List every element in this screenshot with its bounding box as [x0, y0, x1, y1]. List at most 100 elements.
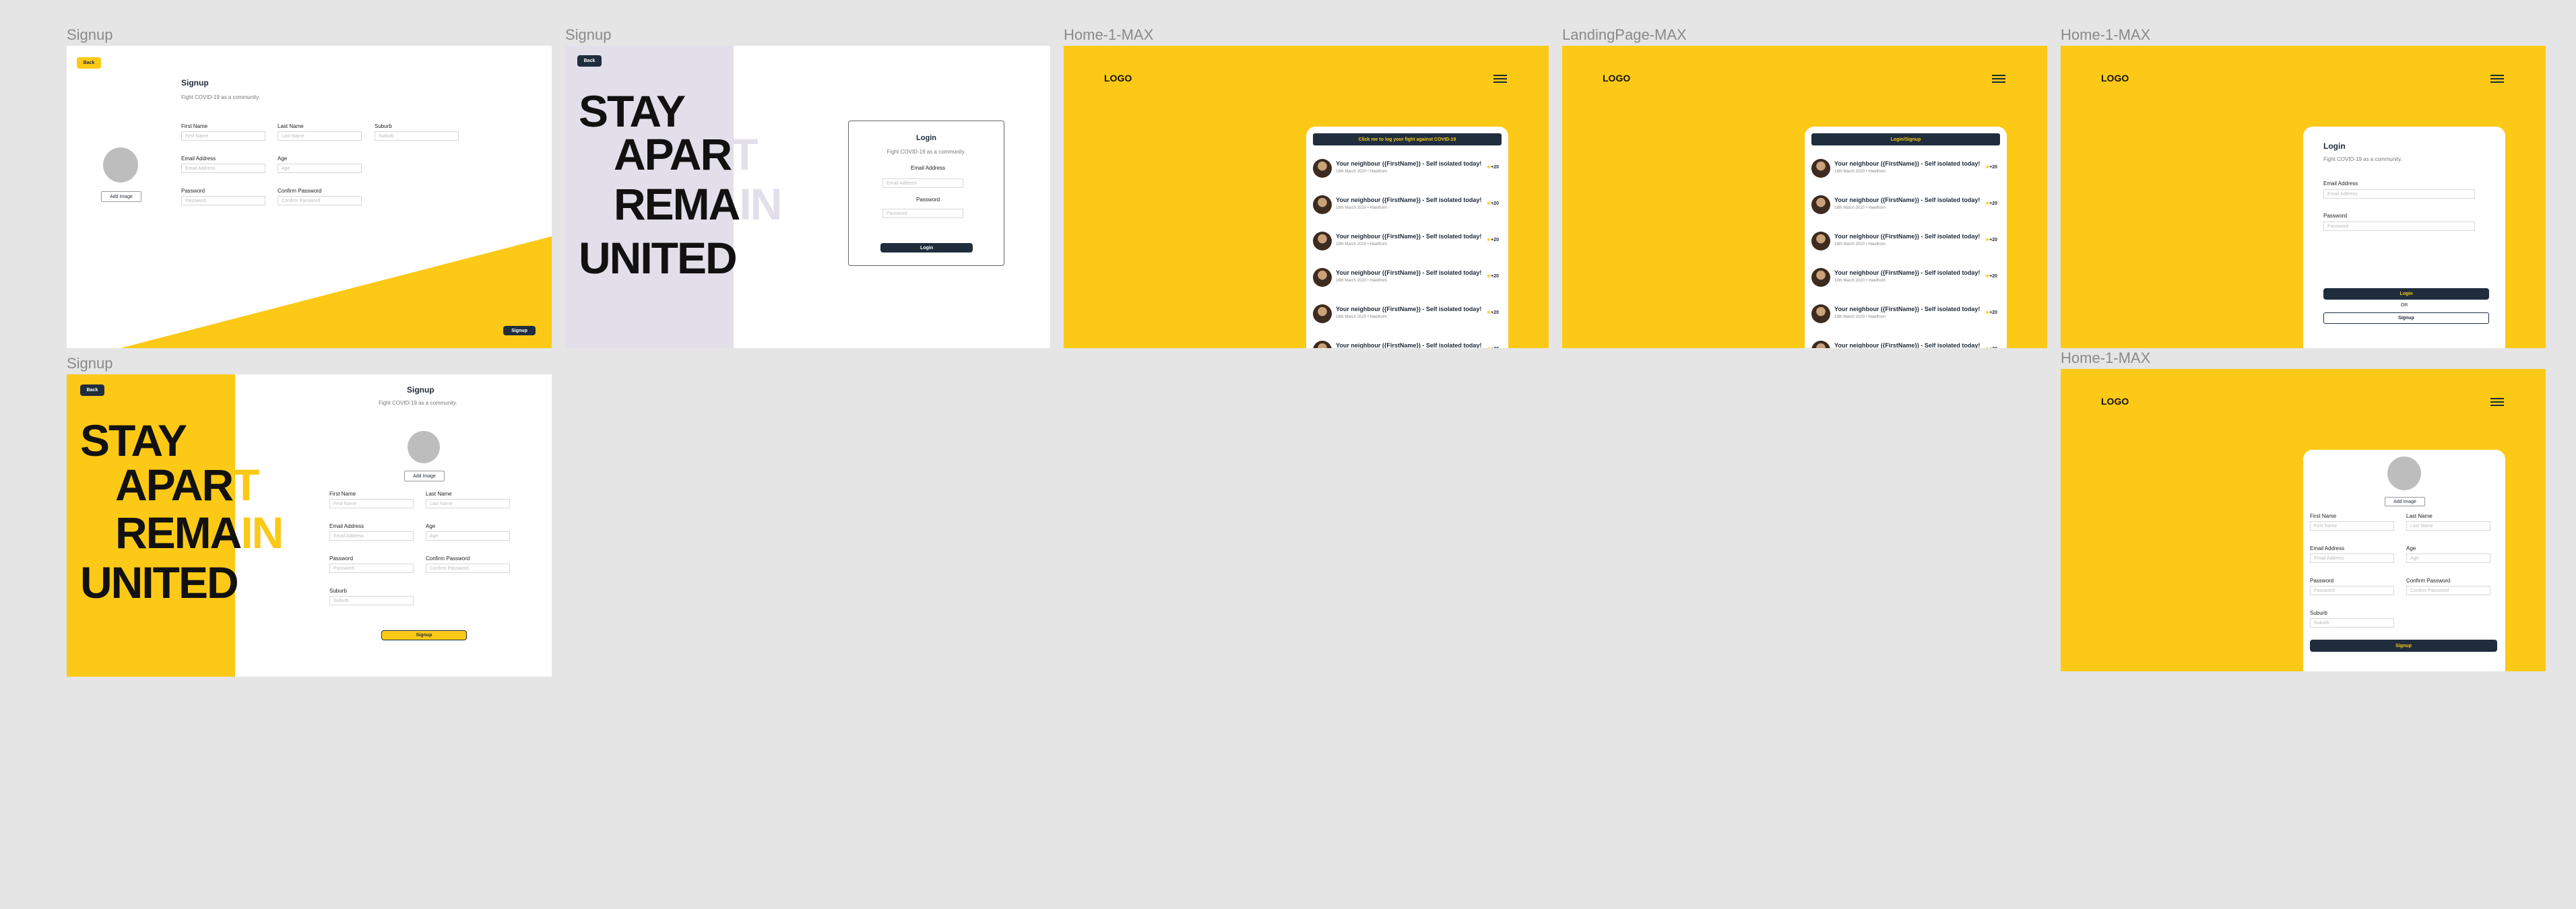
page-subtitle: Fight COVID-19 as a community. [181, 94, 260, 100]
avatar [1811, 232, 1830, 250]
item-count-value: +20 [1989, 165, 1997, 170]
confirm-password-field[interactable]: Confirm Password [2406, 586, 2490, 595]
item-count-value: +20 [1491, 165, 1499, 170]
item-title: Your neighbour ({FirstName}) - Self isol… [1834, 160, 1981, 167]
frame-label: LandingPage-MAX [1562, 26, 1687, 43]
login-password-field[interactable]: Password [882, 209, 963, 218]
frame-home-login: LOGO Login Fight COVID-19 as a community… [2061, 46, 2546, 348]
login-button[interactable]: Login [880, 243, 973, 252]
login-email-label: Email Address [2323, 180, 2358, 187]
hero-line-remain-a: REMA [614, 179, 740, 229]
list-item[interactable]: Your neighbour ({FirstName}) - Self isol… [1313, 154, 1502, 187]
hero-line-apart-b: T [731, 129, 758, 179]
list-item[interactable]: Your neighbour ({FirstName}) - Self isol… [1811, 226, 2000, 260]
first-name-field[interactable]: First Name [2310, 521, 2394, 531]
or-divider: OR [2400, 303, 2408, 308]
login-email-field[interactable]: Email Address [2323, 189, 2475, 199]
hero-line-stay: STAY [80, 415, 187, 465]
list-item[interactable]: Your neighbour ({FirstName}) - Self isol… [1811, 335, 2000, 348]
item-title: Your neighbour ({FirstName}) - Self isol… [1336, 269, 1482, 276]
page-title: Signup [181, 78, 209, 88]
item-subtitle: 18th March 2020 • Hawthorn [1834, 242, 1886, 246]
item-count-value: +20 [1989, 274, 1997, 279]
last-name-label: Last Name [426, 491, 452, 497]
list-item[interactable]: Your neighbour ({FirstName}) - Self isol… [1811, 190, 2000, 224]
last-name-field[interactable]: Last Name [2406, 521, 2490, 531]
frame-signup-login: Back STAY APART REMAIN UNITED Login Figh… [565, 46, 1050, 348]
list-item[interactable]: Your neighbour ({FirstName}) - Self isol… [1811, 154, 2000, 187]
logo: LOGO [2101, 73, 2129, 83]
login-password-field[interactable]: Password [2323, 222, 2475, 231]
avatar [408, 431, 440, 463]
list-item[interactable]: Your neighbour ({FirstName}) - Self isol… [1313, 263, 1502, 296]
email-field[interactable]: Email Address [329, 531, 414, 541]
list-item[interactable]: Your neighbour ({FirstName}) - Self isol… [1313, 335, 1502, 348]
password-field[interactable]: Password [2310, 586, 2394, 595]
frame-label: Home-1-MAX [1064, 26, 1154, 43]
back-button[interactable]: Back [577, 55, 602, 67]
password-field[interactable]: Password [181, 196, 265, 205]
last-name-field[interactable]: Last Name [278, 131, 362, 141]
logo: LOGO [1603, 73, 1631, 83]
add-image-button[interactable]: Add Image [404, 471, 445, 481]
item-title: Your neighbour ({FirstName}) - Self isol… [1336, 342, 1482, 348]
hero-line-stay: STAY [579, 86, 686, 136]
avatar [1811, 195, 1830, 214]
login-button[interactable]: Login [2323, 288, 2489, 300]
list-item[interactable]: Your neighbour ({FirstName}) - Self isol… [1313, 190, 1502, 224]
last-name-field[interactable]: Last Name [426, 499, 510, 508]
login-email-field[interactable]: Email Address [882, 178, 963, 188]
frame-home-signup: LOGO Add Image First Name First Name Las… [2061, 369, 2546, 671]
list-item[interactable]: Your neighbour ({FirstName}) - Self isol… [1313, 226, 1502, 260]
email-field[interactable]: Email Address [2310, 553, 2394, 563]
confirm-password-field[interactable]: Confirm Password [426, 564, 510, 573]
menu-icon[interactable] [1493, 75, 1507, 83]
list-item[interactable]: Your neighbour ({FirstName}) - Self isol… [1313, 299, 1502, 333]
item-subtitle: 18th March 2020 • Hawthorn [1336, 279, 1388, 283]
confirm-password-field[interactable]: Confirm Password [278, 196, 362, 205]
back-button[interactable]: Back [77, 57, 101, 69]
first-name-field[interactable]: First Name [329, 499, 414, 508]
signup-button[interactable]: Signup [503, 326, 536, 335]
avatar [1313, 232, 1332, 250]
email-label: Email Address [329, 523, 364, 529]
back-button[interactable]: Back [80, 384, 104, 396]
confirm-password-label: Confirm Password [2406, 578, 2451, 584]
avatar [1313, 304, 1332, 323]
login-card: Login Fight COVID-19 as a community. Ema… [2303, 127, 2505, 348]
suburb-field[interactable]: Suburb [2310, 618, 2394, 628]
confirm-password-label: Confirm Password [426, 556, 470, 562]
add-image-button[interactable]: Add Image [101, 191, 141, 202]
signup-button[interactable]: Signup [2310, 640, 2497, 652]
log-fight-button[interactable]: Click me to log your fight against COVID… [1313, 133, 1502, 145]
age-field[interactable]: Age [278, 164, 362, 173]
menu-icon[interactable] [2490, 398, 2504, 406]
suburb-field[interactable]: Suburb [329, 596, 414, 605]
item-count-value: +20 [1491, 238, 1499, 242]
item-count: ★+20 [1985, 201, 1997, 206]
signup-button[interactable]: Signup [381, 630, 467, 640]
first-name-field[interactable]: First Name [181, 131, 265, 141]
list-item[interactable]: Your neighbour ({FirstName}) - Self isol… [1811, 299, 2000, 333]
signup-button[interactable]: Signup [2323, 312, 2489, 324]
logo: LOGO [2101, 396, 2129, 407]
item-count: ★+20 [1487, 310, 1499, 315]
item-title: Your neighbour ({FirstName}) - Self isol… [1834, 269, 1981, 276]
password-field[interactable]: Password [329, 564, 414, 573]
menu-icon[interactable] [1992, 75, 2005, 83]
avatar [1811, 159, 1830, 178]
login-signup-button[interactable]: Login/Signup [1811, 133, 2000, 145]
age-field[interactable]: Age [2406, 553, 2490, 563]
item-subtitle: 18th March 2020 • Hawthorn [1834, 170, 1886, 174]
age-field[interactable]: Age [426, 531, 510, 541]
login-title: Login [2323, 141, 2346, 151]
menu-icon[interactable] [2490, 75, 2504, 83]
list-item[interactable]: Your neighbour ({FirstName}) - Self isol… [1811, 263, 2000, 296]
suburb-field[interactable]: Suburb [375, 131, 459, 141]
last-name-label: Last Name [2406, 513, 2433, 519]
email-field[interactable]: Email Address [181, 164, 265, 173]
item-subtitle: 18th March 2020 • Hawthorn [1834, 279, 1886, 283]
avatar [1811, 341, 1830, 348]
item-subtitle: 18th March 2020 • Hawthorn [1336, 170, 1388, 174]
add-image-button[interactable]: Add Image [2385, 497, 2425, 506]
